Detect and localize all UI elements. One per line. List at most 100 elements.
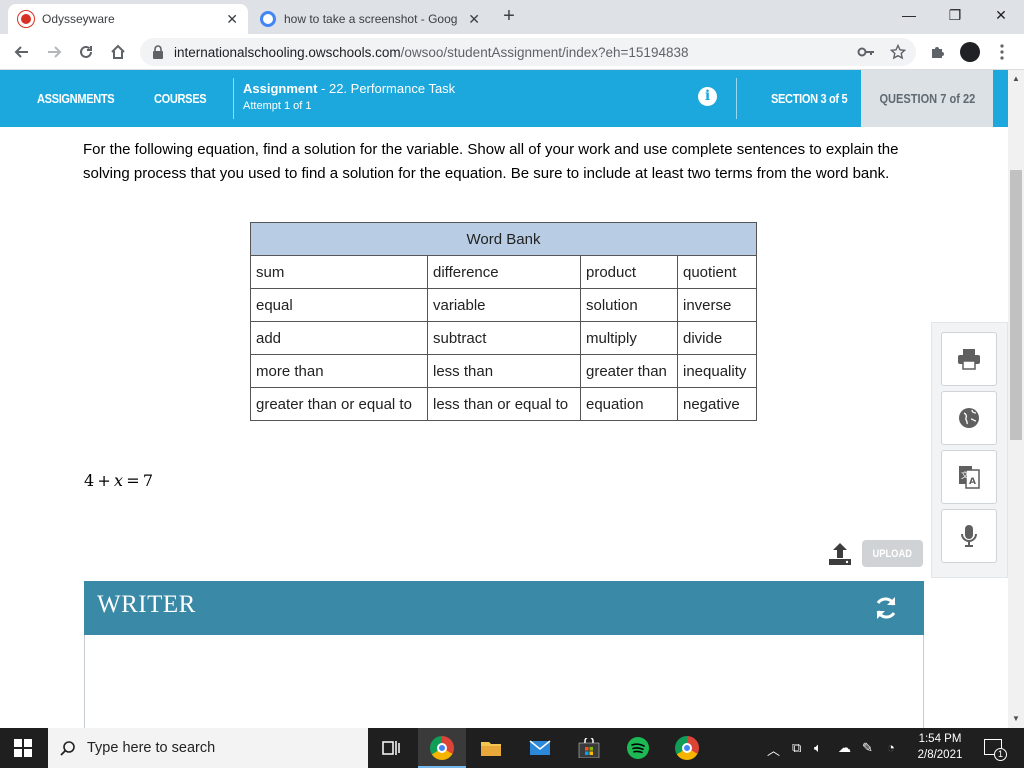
word-cell: more than xyxy=(250,354,428,388)
windows-start-icon[interactable] xyxy=(14,739,32,762)
reload-icon[interactable] xyxy=(72,38,100,66)
word-cell: equal xyxy=(250,288,428,322)
onedrive-cloud-icon[interactable]: ☁︎ xyxy=(838,740,851,756)
volume-icon[interactable]: 🔈︎ xyxy=(814,740,822,756)
word-cell: divide xyxy=(677,321,757,355)
section-indicator: SECTION 3 of 5 xyxy=(771,91,848,106)
taskbar-chrome-profile-icon[interactable] xyxy=(663,728,711,768)
word-cell: less than xyxy=(427,354,581,388)
table-row: greater than or equal to less than or eq… xyxy=(250,387,757,421)
word-cell: inverse xyxy=(677,288,757,322)
microphone-button[interactable] xyxy=(941,509,997,563)
search-icon xyxy=(60,741,75,756)
table-row: sum difference product quotient xyxy=(250,255,757,289)
new-tab-icon[interactable]: + xyxy=(498,6,520,28)
microphone-icon xyxy=(961,525,977,547)
tab-google-search[interactable]: how to take a screenshot - Goog ✕ xyxy=(250,4,490,34)
word-cell: sum xyxy=(250,255,428,289)
print-icon xyxy=(958,349,980,370)
table-row: equal variable solution inverse xyxy=(250,288,757,322)
refresh-icon[interactable] xyxy=(872,594,900,622)
window-close-icon[interactable]: ✕ xyxy=(978,0,1024,30)
clock-time: 1:54 PM xyxy=(918,733,962,745)
browser-toolbar: internationalschooling.owschools.com/ows… xyxy=(0,34,1024,70)
word-bank-table: Word Bank sum difference product quotien… xyxy=(250,222,757,421)
browser-tab-strip: Odysseyware ✕ how to take a screenshot -… xyxy=(0,0,1024,34)
nav-assignments[interactable]: ASSIGNMENTS xyxy=(37,70,115,127)
word-cell: add xyxy=(250,321,428,355)
word-cell: quotient xyxy=(677,255,757,289)
svg-text:A: A xyxy=(969,477,976,487)
tab-title: how to take a screenshot - Goog xyxy=(284,12,458,26)
wifi-icon[interactable]: ◔ xyxy=(887,740,895,755)
attempt-counter: Attempt 1 of 1 xyxy=(243,100,312,112)
word-cell: variable xyxy=(427,288,581,322)
store-icon[interactable] xyxy=(565,728,613,768)
info-icon[interactable]: i xyxy=(698,87,717,106)
word-cell: subtract xyxy=(427,321,581,355)
clock-date: 2/8/2021 xyxy=(917,749,963,761)
globe-button[interactable] xyxy=(941,391,997,445)
scroll-up-arrow-icon[interactable]: ▲ xyxy=(1012,74,1020,83)
table-row: more than less than greater than inequal… xyxy=(250,354,757,388)
upload-icon[interactable] xyxy=(827,541,853,567)
key-icon[interactable] xyxy=(852,38,880,66)
menu-kebab-icon[interactable] xyxy=(988,38,1016,66)
upload-button[interactable]: UPLOAD xyxy=(862,540,923,567)
url-text: internationalschooling.owschools.com/ows… xyxy=(174,44,689,60)
tab-odysseyware[interactable]: Odysseyware ✕ xyxy=(8,4,248,34)
odysseyware-favicon-icon xyxy=(18,11,34,27)
word-cell: equation xyxy=(580,387,678,421)
bookmark-star-icon[interactable] xyxy=(884,38,912,66)
word-cell: negative xyxy=(677,387,757,421)
word-cell: multiply xyxy=(580,321,678,355)
taskbar-search-box[interactable]: Type here to search xyxy=(48,728,368,768)
word-cell: less than or equal to xyxy=(427,387,581,421)
tray-chevron-up-icon[interactable]: ︿ xyxy=(767,740,780,759)
header-divider xyxy=(736,78,737,119)
forward-icon[interactable] xyxy=(40,38,68,66)
tab-close-icon[interactable]: ✕ xyxy=(468,11,480,28)
pen-workspace-icon[interactable]: ✎ xyxy=(862,740,873,756)
extensions-puzzle-icon[interactable] xyxy=(924,38,952,66)
app-header xyxy=(0,70,1008,127)
home-icon[interactable] xyxy=(104,38,132,66)
restore-icon[interactable]: ❐ xyxy=(932,0,978,30)
translate-button[interactable]: 文A xyxy=(941,450,997,504)
globe-icon xyxy=(959,408,979,428)
writer-text-area[interactable] xyxy=(85,636,923,728)
word-cell: difference xyxy=(427,255,581,289)
google-favicon-icon xyxy=(260,11,276,27)
nav-courses[interactable]: COURSES xyxy=(154,70,207,127)
search-placeholder: Type here to search xyxy=(87,740,216,756)
meet-now-icon[interactable]: ⧉ xyxy=(792,740,801,756)
address-bar[interactable]: internationalschooling.owschools.com/ows… xyxy=(140,38,916,66)
header-divider xyxy=(233,78,234,119)
word-cell: greater than xyxy=(580,354,678,388)
spotify-icon[interactable] xyxy=(614,728,662,768)
writer-header xyxy=(84,581,924,635)
word-cell: greater than or equal to xyxy=(250,387,428,421)
notification-count-badge: 1 xyxy=(994,748,1007,761)
mail-icon[interactable] xyxy=(516,728,564,768)
minimize-icon[interactable]: — xyxy=(886,0,932,30)
question-prompt: For the following equation, find a solut… xyxy=(83,141,899,182)
task-view-icon[interactable] xyxy=(368,728,416,768)
tab-close-icon[interactable]: ✕ xyxy=(226,11,238,28)
assignment-title: Assignment - 22. Performance Task xyxy=(243,81,456,96)
scrollbar-thumb[interactable] xyxy=(1010,170,1022,440)
scroll-down-arrow-icon[interactable]: ▼ xyxy=(1012,714,1020,723)
taskbar-chrome-icon[interactable] xyxy=(418,728,466,768)
word-bank-title: Word Bank xyxy=(250,222,757,256)
word-cell: inequality xyxy=(677,354,757,388)
profile-avatar-icon[interactable] xyxy=(956,38,984,66)
table-row: add subtract multiply divide xyxy=(250,321,757,355)
tab-title: Odysseyware xyxy=(42,12,115,26)
question-indicator: QUESTION 7 of 22 xyxy=(861,70,993,127)
lock-icon xyxy=(153,45,163,59)
word-cell: product xyxy=(580,255,678,289)
back-icon[interactable] xyxy=(8,38,36,66)
file-explorer-icon[interactable] xyxy=(467,728,515,768)
taskbar-clock[interactable]: 1:54 PM 2/8/2021 xyxy=(910,731,970,763)
print-button[interactable] xyxy=(941,332,997,386)
